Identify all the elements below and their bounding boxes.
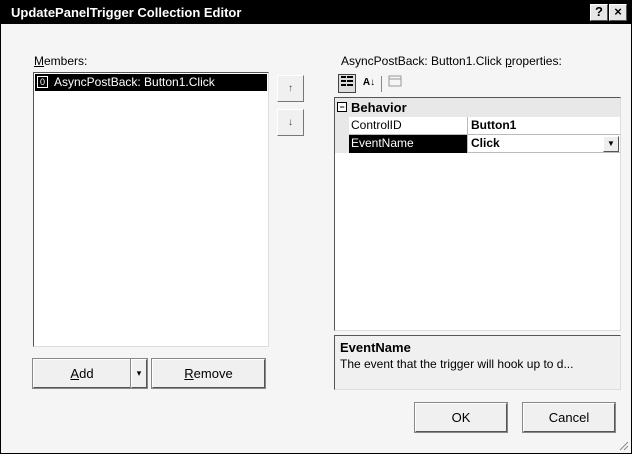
move-down-button[interactable]: ↓ — [277, 109, 304, 136]
chevron-down-icon: ▾ — [136, 368, 142, 378]
description-title: EventName — [340, 340, 411, 355]
add-button[interactable]: Add — [32, 358, 132, 389]
property-value: Click — [471, 136, 500, 150]
property-row-eventname[interactable]: EventName Click ▼ — [335, 135, 620, 153]
property-pages-icon[interactable] — [387, 74, 403, 93]
properties-label: AsyncPostBack: Button1.Click properties: — [341, 54, 562, 68]
resize-grip-icon[interactable] — [617, 439, 629, 451]
category-name: Behavior — [351, 100, 407, 115]
window-title: UpdatePanelTrigger Collection Editor — [11, 5, 242, 20]
member-index: 0 — [37, 76, 48, 88]
toolbar-separator — [381, 76, 382, 92]
add-label-rest: dd — [79, 366, 94, 381]
alphabetical-glyph: A↓ — [362, 77, 376, 88]
ok-button[interactable]: OK — [414, 402, 508, 433]
members-label-mnemonic: M — [34, 54, 44, 68]
property-pages-glyph — [388, 75, 402, 87]
property-row-controlid[interactable]: ControlID Button1 — [335, 117, 620, 135]
property-grid[interactable]: − Behavior ControlID Button1 EventName C… — [334, 97, 621, 331]
add-mnemonic: A — [70, 366, 80, 381]
collection-editor-dialog: UpdatePanelTrigger Collection Editor ? ×… — [0, 0, 632, 454]
cancel-button[interactable]: Cancel — [522, 402, 616, 433]
dropdown-arrow-icon[interactable]: ▼ — [603, 136, 619, 152]
description-panel: EventName The event that the trigger wil… — [334, 335, 621, 390]
categorized-glyph — [341, 76, 353, 86]
remove-mnemonic: R — [184, 366, 194, 381]
properties-label-prefix: AsyncPostBack: Button1.Click — [341, 54, 506, 68]
remove-button[interactable]: Remove — [151, 358, 266, 389]
members-label: Members: — [34, 54, 87, 68]
members-label-rest: embers: — [44, 54, 88, 68]
row-gutter — [335, 117, 349, 135]
property-name[interactable]: ControlID — [349, 117, 468, 135]
help-button[interactable]: ? — [590, 4, 608, 21]
title-bar[interactable]: UpdatePanelTrigger Collection Editor ? × — [1, 1, 631, 24]
collapse-icon[interactable]: − — [337, 102, 347, 112]
property-value[interactable]: Button1 — [469, 117, 620, 135]
description-text: The event that the trigger will hook up … — [340, 357, 574, 371]
arrow-up-icon: ↑ — [288, 83, 293, 94]
remove-label-rest: emove — [193, 366, 233, 381]
property-value-combo[interactable]: Click ▼ — [469, 135, 620, 153]
members-list[interactable]: 0 AsyncPostBack: Button1.Click — [33, 72, 269, 347]
category-behavior[interactable]: − Behavior — [335, 98, 620, 117]
categorized-icon[interactable] — [338, 74, 356, 93]
alphabetical-icon[interactable]: A↓ — [360, 74, 378, 93]
property-name-selected[interactable]: EventName — [349, 135, 468, 153]
row-gutter — [335, 135, 349, 153]
properties-label-mnemonic: p — [505, 54, 512, 68]
list-item[interactable]: 0 AsyncPostBack: Button1.Click — [35, 74, 267, 91]
arrow-down-icon: ↓ — [288, 117, 293, 128]
add-dropdown-button[interactable]: ▾ — [130, 358, 148, 389]
close-button[interactable]: × — [609, 4, 627, 21]
member-text: AsyncPostBack: Button1.Click — [54, 75, 215, 89]
move-up-button[interactable]: ↑ — [277, 75, 304, 102]
properties-label-rest: roperties: — [511, 54, 562, 68]
